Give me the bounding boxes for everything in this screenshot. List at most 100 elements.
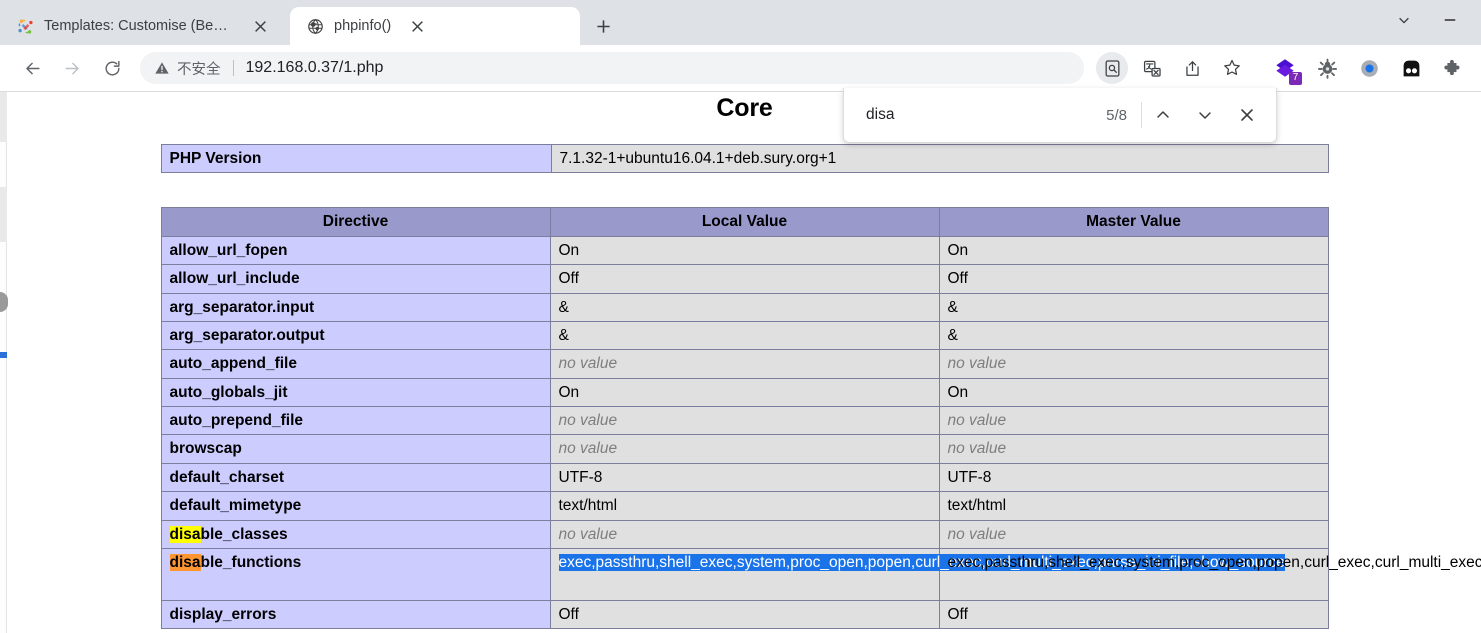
back-arrow-icon[interactable] [16,52,48,84]
master-value: no value [938,405,1329,436]
no-value-text: no value [558,412,618,429]
no-value-text: no value [947,412,1007,429]
table-row: default_mimetype text/html text/html [160,491,1329,521]
table-row: arg_separator.output & & [160,320,1329,351]
circle-extension-icon[interactable] [1353,52,1385,84]
find-in-page-bar: 5/8 [843,88,1277,143]
share-icon[interactable] [1176,52,1208,84]
extension-badge-count: 7 [1289,72,1302,85]
omnibox-divider [232,60,234,76]
active-find-match: disa [169,553,201,571]
directives-body: allow_url_fopen On On allow_url_include Off O… [160,235,1481,630]
directive-name: allow_url_fopen [160,235,551,266]
master-value: Off [938,599,1329,630]
local-value: & [549,320,940,351]
table-header-row: Directive Local Value Master Value [160,207,1329,237]
table-row: auto_globals_jit On On [160,377,1329,408]
local-value: On [549,235,940,266]
toolbar-icon-group: 7 [1092,52,1481,85]
master-value: no value [938,349,1329,379]
php-version-table: PHP Version 7.1.32-1+ubuntu16.04.1+deb.s… [160,143,1329,174]
no-value-text: no value [947,440,1007,458]
local-value: & [549,292,940,322]
table-row: allow_url_include Off Off [160,264,1329,294]
minimize-icon[interactable] [1427,4,1473,36]
next-match-icon[interactable] [1186,96,1224,134]
tab-close-button[interactable] [405,14,429,38]
tab-close-button[interactable] [248,14,272,38]
local-value: no value [549,349,940,379]
master-value: UTF-8 [938,462,1329,493]
table-row: browscap no value no value [160,434,1329,464]
reload-icon[interactable] [96,52,128,84]
warning-triangle-icon[interactable] [154,60,170,76]
directive-name: default_charset [160,462,551,493]
translate-icon[interactable] [1136,52,1168,84]
find-in-page-icon[interactable] [1096,52,1128,84]
no-value-text: no value [947,525,1007,543]
no-value-text: no value [558,525,618,543]
find-divider [1141,102,1142,128]
master-value: On [938,235,1329,266]
prev-match-icon[interactable] [1144,96,1182,134]
local-value: On [549,377,940,408]
local-value: Off [549,599,940,630]
address-bar[interactable]: 不安全 192.168.0.37/1.php [140,52,1084,84]
table-row: auto_prepend_file no value no value [160,405,1329,436]
globe-icon [306,17,324,35]
table-row: allow_url_fopen On On [160,235,1329,266]
new-tab-button[interactable] [588,11,618,41]
directive-name: browscap [160,434,551,464]
master-value: exec,passthru,shell_exec,system,proc_ope… [938,547,1481,601]
forward-arrow-icon [56,52,88,84]
puzzle-extensions-icon[interactable] [1437,52,1469,84]
php-version-label: PHP Version [160,143,552,174]
column-header-local-value: Local Value [549,207,940,237]
tab-title: Templates: Customise (Beez3) [44,18,234,34]
page-left-edge [0,92,8,633]
table-row: disable_functions exec,passthru,shell_exe… [160,547,1481,601]
table-row: display_errors Off Off [160,599,1329,630]
table-row: arg_separator.input & & [160,292,1329,322]
eyes-extension-icon[interactable] [1395,52,1427,84]
no-value-text: no value [558,440,618,458]
browser-chrome: Templates: Customise (Beez3) phpinfo() [0,0,1481,45]
php-version-value: 7.1.32-1+ubuntu16.04.1+deb.sury.org+1 [550,143,1329,174]
table-row: PHP Version 7.1.32-1+ubuntu16.04.1+deb.s… [160,143,1329,174]
tab-phpinfo[interactable]: phpinfo() [290,7,580,45]
master-value: Off [938,264,1329,294]
browser-toolbar: 不安全 192.168.0.37/1.php 7 [0,45,1481,92]
directive-name: disable_classes [160,519,551,549]
bookmark-star-icon[interactable] [1216,52,1248,84]
master-value: no value [938,434,1329,464]
chevron-down-icon[interactable] [1381,4,1427,36]
local-value: UTF-8 [549,462,940,493]
column-header-directive: Directive [160,207,551,237]
bug-extension-icon[interactable] [1311,52,1343,84]
tab-templates-customise[interactable]: Templates: Customise (Beez3) [0,7,290,45]
directive-name: auto_prepend_file [160,405,551,436]
directive-name: auto_globals_jit [160,377,551,408]
security-status-text: 不安全 [177,61,221,78]
local-value: no value [549,405,940,436]
purple-diamond-extension-icon[interactable]: 7 [1269,52,1302,85]
phpinfo-page: Core PHP Version 7.1.32-1+ubuntu16.04.1+… [8,92,1481,633]
find-match: disa [169,525,201,543]
directive-name: default_mimetype [160,491,551,521]
directive-name: display_errors [160,599,551,630]
joomla-icon [16,17,34,35]
find-input[interactable] [844,106,1093,124]
table-row: default_charset UTF-8 UTF-8 [160,462,1329,493]
close-find-icon[interactable] [1228,96,1266,134]
find-match-count: 5/8 [1106,106,1127,124]
tab-title: phpinfo() [334,18,392,34]
directive-name: arg_separator.input [160,292,551,322]
local-value: Off [549,264,940,294]
url-text: 192.168.0.37/1.php [245,59,384,76]
column-header-master-value: Master Value [938,207,1329,237]
directive-name: auto_append_file [160,349,551,379]
table-row: auto_append_file no value no value [160,349,1329,379]
no-value-text: no value [947,355,1007,373]
master-value: text/html [938,491,1329,521]
master-value: On [938,377,1329,408]
